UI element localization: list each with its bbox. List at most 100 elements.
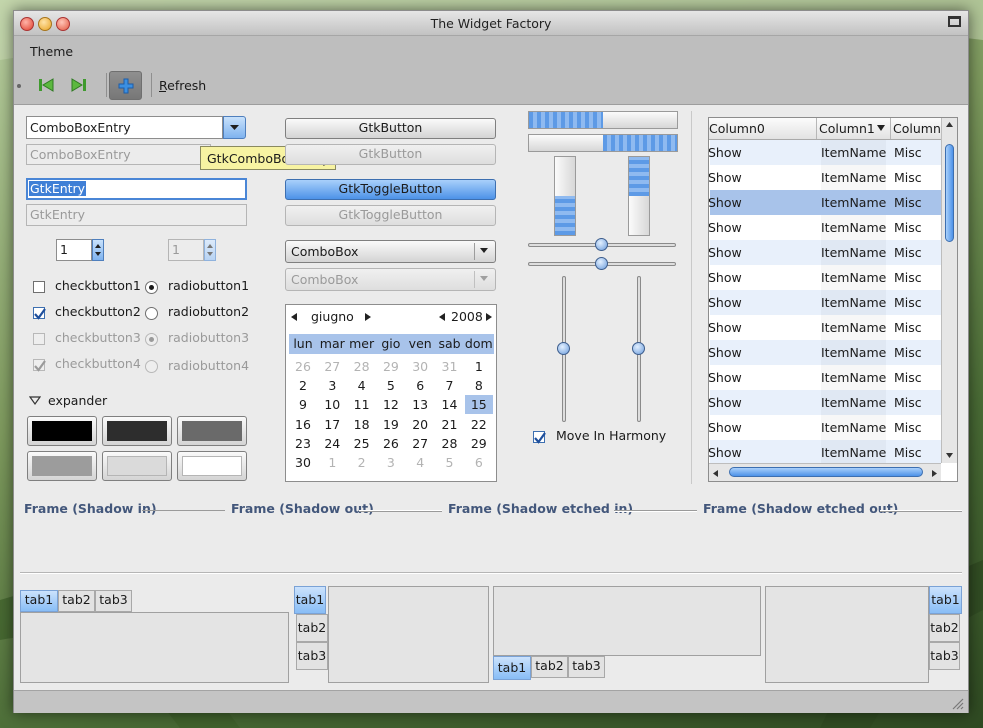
calendar-day[interactable]: 18 [348,415,376,434]
refresh-button[interactable]: Refresh [159,78,206,93]
color-button-gray[interactable] [177,416,247,446]
notebook4-tab3[interactable]: tab3 [929,642,960,670]
tree-row[interactable]: Show ItemName Misc [709,415,941,440]
calendar-day[interactable]: 5 [377,376,405,395]
color-button-light-gray[interactable] [102,451,172,481]
calendar-day[interactable]: 25 [348,434,376,453]
calendar-day[interactable]: 8 [465,376,493,395]
tree-row[interactable]: Show ItemName Misc [709,240,941,265]
notebook1-tab2[interactable]: tab2 [58,590,95,612]
checkbox-1[interactable] [33,281,45,293]
calendar-day[interactable]: 26 [377,434,405,453]
calendar-day[interactable]: 29 [377,357,405,376]
notebook1-tab1[interactable]: tab1 [20,590,58,612]
notebook1-tab3[interactable]: tab3 [95,590,132,612]
color-button-white[interactable] [177,451,247,481]
vertical-scrollbar-thumb[interactable] [945,144,954,242]
calendar-day[interactable]: 24 [318,434,346,453]
color-button-black[interactable] [27,416,97,446]
vscale-1-knob[interactable] [557,342,570,355]
calendar-day[interactable]: 28 [436,434,464,453]
tree-row[interactable]: Show ItemName Misc [709,165,941,190]
vscale-2-knob[interactable] [632,342,645,355]
calendar-day[interactable]: 13 [406,395,434,414]
calendar-day[interactable]: 6 [406,376,434,395]
calendar-day[interactable]: 9 [289,395,317,414]
calendar-day[interactable]: 1 [318,453,346,472]
toolbar-grip-icon[interactable] [17,84,21,88]
notebook3-tab1[interactable]: tab1 [493,656,531,680]
calendar-day[interactable]: 23 [289,434,317,453]
calendar-day[interactable]: 3 [318,376,346,395]
radio-button-1[interactable] [145,281,158,294]
move-in-harmony-checkbox[interactable] [533,431,546,444]
menu-theme[interactable]: Theme [30,44,73,59]
tree-row[interactable]: Show ItemName Misc [709,140,941,165]
expander-label[interactable]: expander [48,393,107,408]
notebook3-tab2[interactable]: tab2 [531,656,568,678]
notebook4-tab2[interactable]: tab2 [929,614,960,642]
calendar-day[interactable]: 22 [465,415,493,434]
calendar-day[interactable]: 4 [348,376,376,395]
gtk-entry-field[interactable]: GtkEntry [26,178,247,200]
tree-row[interactable]: Show ItemName Misc [709,440,941,463]
scroll-down-icon[interactable] [945,452,954,459]
tree-row[interactable]: Show ItemName Misc [709,365,941,390]
calendar-day[interactable]: 1 [465,357,493,376]
calendar-day[interactable]: 11 [348,395,376,414]
tree-row[interactable]: Show ItemName Misc [709,290,941,315]
calendar-day[interactable]: 30 [289,453,317,472]
calendar-day[interactable]: 5 [436,453,464,472]
hscale-2-knob[interactable] [595,257,608,270]
tree-row[interactable]: Show ItemName Misc [709,215,941,240]
calendar-day[interactable]: 12 [377,395,405,414]
go-last-icon[interactable] [71,77,87,93]
notebook2-tab2[interactable]: tab2 [296,614,328,642]
column-header-1[interactable]: Column1 [817,118,891,139]
checkbox-2[interactable] [33,307,46,320]
notebook2-tab3[interactable]: tab3 [296,642,328,670]
calendar-day[interactable]: 2 [289,376,317,395]
calendar-day[interactable]: 21 [436,415,464,434]
tree-row[interactable]: Show ItemName Misc [709,390,941,415]
calendar-day[interactable]: 16 [289,415,317,434]
combo-entry-field[interactable]: ComboBoxEntry [26,116,223,139]
tree-row[interactable]: Show ItemName Misc [709,315,941,340]
color-button-mid-gray[interactable] [27,451,97,481]
scroll-left-icon[interactable] [712,469,719,478]
calendar-day[interactable]: 20 [406,415,434,434]
expander-arrow-icon[interactable] [29,396,41,406]
calendar-day[interactable]: 15 [464,395,493,415]
radio-button-2[interactable] [145,307,158,320]
prev-month-icon[interactable] [290,312,298,322]
next-year-icon[interactable] [485,312,493,322]
next-month-icon[interactable] [364,312,372,322]
add-button[interactable] [109,71,142,100]
calendar-day[interactable]: 19 [377,415,405,434]
color-button-dark-gray[interactable] [102,416,172,446]
calendar-day[interactable]: 29 [465,434,493,453]
prev-year-icon[interactable] [438,312,446,322]
calendar-day[interactable]: 28 [348,357,376,376]
column-header-0[interactable]: Column0 [709,118,817,139]
calendar-day[interactable]: 6 [465,453,493,472]
horizontal-scrollbar-thumb[interactable] [729,467,923,477]
calendar-day[interactable]: 17 [318,415,346,434]
scroll-up-icon[interactable] [945,121,954,128]
calendar-day[interactable]: 26 [289,357,317,376]
go-first-icon[interactable] [38,77,54,93]
resize-grip-icon[interactable] [950,696,964,710]
gtk-toggle-button[interactable]: GtkToggleButton [285,179,496,200]
calendar-day[interactable]: 7 [436,376,464,395]
tree-row[interactable]: Show ItemName Misc [709,190,941,215]
hscale-1-knob[interactable] [595,238,608,251]
notebook3-tab3[interactable]: tab3 [568,656,605,678]
column-header-2[interactable]: Column2 [891,118,943,139]
spin-button-1[interactable]: 1 [56,239,92,261]
notebook2-tab1[interactable]: tab1 [294,586,326,614]
calendar-day[interactable]: 3 [377,453,405,472]
calendar-day[interactable]: 27 [318,357,346,376]
combo-box[interactable]: ComboBox [285,240,496,263]
scroll-right-icon[interactable] [931,469,938,478]
spin-button-1-arrows[interactable] [92,239,104,261]
